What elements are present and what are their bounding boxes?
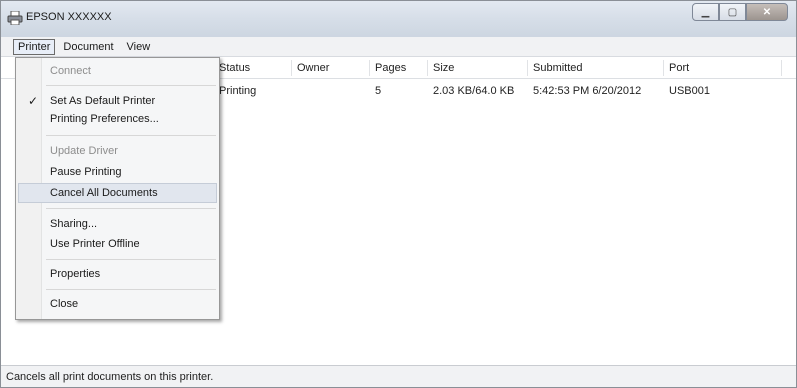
cell-size: 2.03 KB/64.0 KB: [433, 85, 515, 97]
column-divider[interactable]: [291, 60, 292, 76]
status-text: Cancels all print documents on this prin…: [6, 371, 214, 383]
column-header-owner[interactable]: Owner: [297, 62, 329, 74]
menu-item-set-default-printer[interactable]: ✓ Set As Default Printer: [18, 91, 217, 111]
column-header-pages[interactable]: Pages: [375, 62, 406, 74]
maximize-button[interactable]: ▢: [719, 3, 746, 21]
menu-item-label: Use Printer Offline: [50, 238, 140, 250]
minimize-icon: ▁: [701, 6, 710, 18]
title-bar[interactable]: EPSON XXXXXX ▁ ▢ ✕: [1, 1, 796, 37]
column-divider[interactable]: [663, 60, 664, 76]
menu-item-pause-printing[interactable]: Pause Printing: [18, 162, 217, 182]
menu-item-label: Connect: [50, 65, 91, 77]
column-header-port[interactable]: Port: [669, 62, 689, 74]
column-divider[interactable]: [427, 60, 428, 76]
cell-pages: 5: [375, 85, 382, 97]
menu-bar: Printer Document View: [1, 37, 796, 57]
menu-item-printing-preferences[interactable]: Printing Preferences...: [18, 109, 217, 129]
menu-item-close[interactable]: Close: [18, 294, 217, 314]
menu-item-label: Close: [50, 298, 79, 310]
menu-view[interactable]: View: [122, 39, 156, 55]
cell-status: Printing: [219, 85, 257, 97]
close-window-button[interactable]: ✕: [746, 3, 788, 21]
cell-submitted: 5:42:53 PM 6/20/2012: [533, 85, 642, 97]
menu-document[interactable]: Document: [58, 39, 118, 55]
menu-item-cancel-all-documents[interactable]: Cancel All Documents: [18, 183, 217, 203]
menu-separator: [46, 135, 216, 136]
checkmark-icon: ✓: [28, 94, 39, 108]
menu-item-use-printer-offline[interactable]: Use Printer Offline: [18, 234, 217, 254]
menu-separator: [46, 208, 216, 209]
column-divider[interactable]: [527, 60, 528, 76]
printer-queue-window: EPSON XXXXXX ▁ ▢ ✕ Printer Document View…: [0, 0, 797, 388]
menu-separator: [46, 259, 216, 260]
close-icon: ✕: [762, 6, 772, 18]
menu-item-update-driver[interactable]: Update Driver: [18, 141, 217, 161]
menu-item-sharing[interactable]: Sharing...: [18, 214, 217, 234]
printer-menu-dropdown: Connect ✓ Set As Default Printer Printin…: [15, 57, 220, 320]
caption-buttons: ▁ ▢ ✕: [692, 3, 788, 21]
cell-port: USB001: [669, 85, 710, 97]
menu-separator: [46, 85, 216, 86]
menu-printer[interactable]: Printer: [13, 38, 56, 55]
column-divider[interactable]: [781, 60, 782, 76]
menu-item-label: Cancel All Documents: [50, 187, 158, 199]
menu-item-connect[interactable]: Connect: [18, 61, 217, 81]
minimize-button[interactable]: ▁: [692, 3, 719, 21]
column-divider[interactable]: [369, 60, 370, 76]
column-header-submitted[interactable]: Submitted: [533, 62, 583, 74]
menu-item-properties[interactable]: Properties: [18, 264, 217, 284]
menu-item-label: Pause Printing: [50, 166, 122, 178]
printer-icon: [7, 10, 23, 26]
menu-item-label: Properties: [50, 268, 101, 280]
menu-item-label: Printing Preferences...: [50, 113, 159, 125]
menu-item-label: Sharing...: [50, 218, 98, 230]
maximize-icon: ▢: [727, 6, 738, 18]
column-header-size[interactable]: Size: [433, 62, 454, 74]
status-bar: Cancels all print documents on this prin…: [1, 365, 796, 387]
menu-separator: [46, 289, 216, 290]
column-header-status[interactable]: Status: [219, 62, 250, 74]
window-title: EPSON XXXXXX: [26, 11, 112, 23]
menu-item-label: Update Driver: [50, 145, 118, 157]
menu-item-label: Set As Default Printer: [50, 95, 156, 107]
